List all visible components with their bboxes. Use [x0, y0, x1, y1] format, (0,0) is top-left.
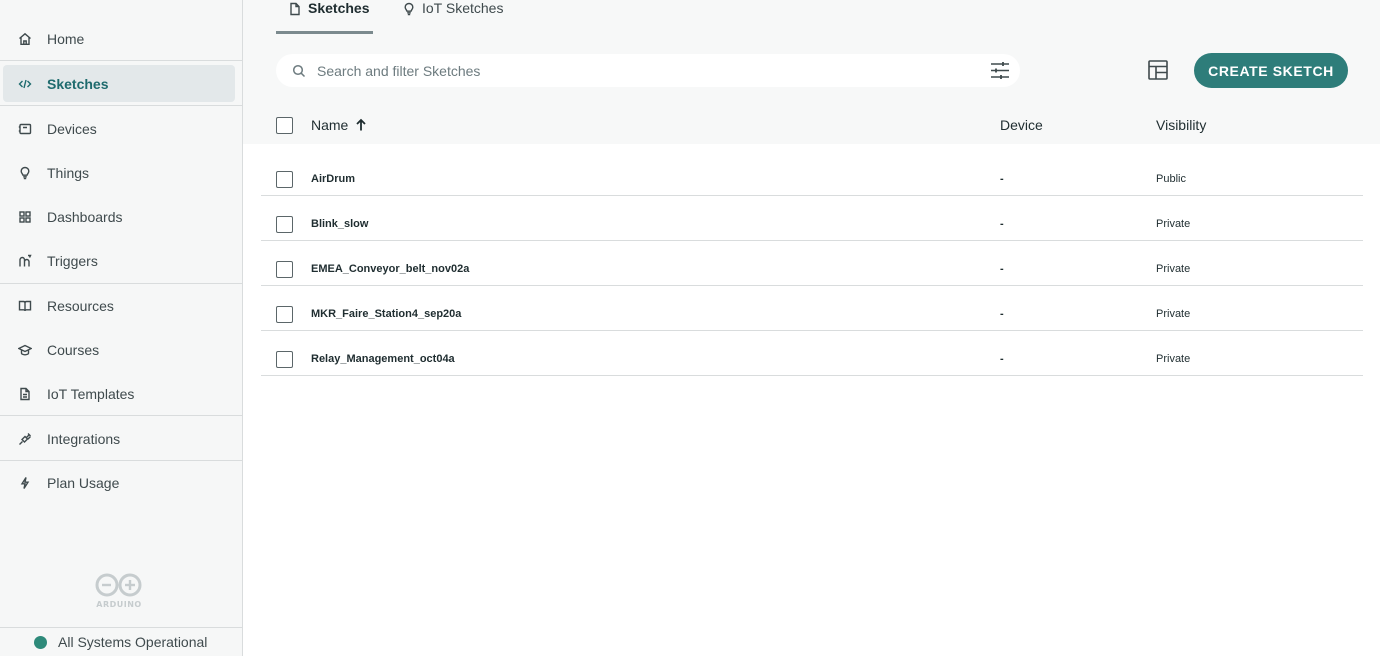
code-icon [17, 76, 33, 92]
table-row[interactable]: Relay_Management_oct04a - Private [261, 331, 1363, 376]
column-header-visibility[interactable]: Visibility [1156, 117, 1206, 133]
sketch-device: - [1000, 263, 1004, 275]
system-status[interactable]: All Systems Operational [0, 627, 242, 656]
home-icon [17, 31, 33, 47]
table-row[interactable]: AirDrum - Public [261, 151, 1363, 196]
sidebar-item-devices[interactable]: Devices [3, 110, 235, 147]
lightbulb-icon [17, 165, 33, 181]
sketch-visibility: Private [1156, 263, 1190, 275]
file-icon [288, 2, 302, 16]
plug-icon [17, 431, 33, 447]
row-checkbox[interactable] [276, 216, 293, 233]
sidebar-item-label: Triggers [47, 253, 98, 269]
status-dot [34, 636, 47, 649]
column-header-name[interactable]: Name [311, 117, 368, 133]
table-row[interactable]: MKR_Faire_Station4_sep20a - Private [261, 286, 1363, 331]
sidebar-item-plan-usage[interactable]: Plan Usage [3, 464, 235, 501]
sort-ascending-icon [354, 118, 368, 132]
sidebar-divider [0, 460, 242, 461]
row-checkbox[interactable] [276, 261, 293, 278]
sketch-device: - [1000, 308, 1004, 320]
device-icon [17, 121, 33, 137]
sidebar-divider [0, 415, 242, 416]
tab-label: IoT Sketches [422, 0, 503, 16]
column-header-device[interactable]: Device [1000, 117, 1043, 133]
filter-icon[interactable] [990, 61, 1010, 80]
app-window: Home Sketches Devices Things D [0, 0, 1380, 656]
sidebar-item-label: Devices [47, 121, 97, 137]
sidebar-item-resources[interactable]: Resources [3, 287, 235, 324]
tab-iot-sketches[interactable]: IoT Sketches [402, 0, 503, 33]
tab-sketches[interactable]: Sketches [288, 0, 369, 33]
sidebar-item-label: Home [47, 31, 84, 47]
table-row[interactable]: EMEA_Conveyor_belt_nov02a - Private [261, 241, 1363, 286]
sidebar-item-triggers[interactable]: Triggers [3, 242, 235, 279]
sidebar-item-home[interactable]: Home [3, 20, 235, 57]
table-row[interactable]: Blink_slow - Private [261, 196, 1363, 241]
sidebar: Home Sketches Devices Things D [0, 0, 243, 656]
sidebar-item-label: IoT Templates [47, 386, 134, 402]
sidebar-item-label: Integrations [47, 431, 120, 447]
sidebar-item-integrations[interactable]: Integrations [3, 420, 235, 457]
graduation-cap-icon [17, 342, 33, 358]
sidebar-divider [0, 283, 242, 284]
sketch-name[interactable]: MKR_Faire_Station4_sep20a [311, 308, 461, 320]
svg-text:ARDUINO: ARDUINO [96, 600, 141, 609]
sketch-visibility: Private [1156, 308, 1190, 320]
search-bar [276, 54, 1020, 87]
sidebar-item-dashboards[interactable]: Dashboards [3, 198, 235, 235]
sidebar-item-things[interactable]: Things [3, 154, 235, 191]
book-icon [17, 298, 33, 314]
active-tab-indicator [276, 31, 373, 34]
main-content: Sketches IoT Sketches CREATE SKETCH Name [243, 0, 1380, 656]
search-icon [292, 64, 306, 78]
sidebar-item-label: Courses [47, 342, 99, 358]
sketch-device: - [1000, 173, 1004, 185]
sketch-name[interactable]: AirDrum [311, 173, 355, 185]
create-sketch-button[interactable]: CREATE SKETCH [1194, 53, 1348, 88]
sketch-name[interactable]: Blink_slow [311, 218, 368, 230]
row-checkbox[interactable] [276, 171, 293, 188]
column-header-label: Name [311, 117, 348, 133]
trigger-icon [17, 253, 33, 269]
templates-icon [17, 386, 33, 402]
sidebar-item-label: Dashboards [47, 209, 123, 225]
arduino-logo: ARDUINO [93, 572, 145, 610]
sidebar-item-courses[interactable]: Courses [3, 331, 235, 368]
sidebar-item-sketches[interactable]: Sketches [3, 65, 235, 102]
sidebar-item-label: Plan Usage [47, 475, 119, 491]
sidebar-divider [0, 105, 242, 106]
select-all-checkbox[interactable] [276, 117, 293, 134]
sketch-visibility: Private [1156, 353, 1190, 365]
lightning-icon [17, 475, 33, 491]
sketch-device: - [1000, 218, 1004, 230]
sketch-name[interactable]: Relay_Management_oct04a [311, 353, 455, 365]
sidebar-item-label: Resources [47, 298, 114, 314]
tab-label: Sketches [308, 0, 369, 16]
sketch-name[interactable]: EMEA_Conveyor_belt_nov02a [311, 263, 469, 275]
row-checkbox[interactable] [276, 351, 293, 368]
search-input[interactable] [317, 63, 957, 79]
status-text: All Systems Operational [58, 634, 207, 650]
sidebar-item-label: Things [47, 165, 89, 181]
sidebar-item-label: Sketches [47, 76, 108, 92]
table-view-icon[interactable] [1147, 59, 1169, 81]
row-checkbox[interactable] [276, 306, 293, 323]
sketch-visibility: Public [1156, 173, 1186, 185]
sidebar-divider [0, 60, 242, 61]
dashboard-icon [17, 209, 33, 225]
sketch-device: - [1000, 353, 1004, 365]
sketch-visibility: Private [1156, 218, 1190, 230]
lightbulb-icon [402, 2, 416, 16]
sidebar-item-iot-templates[interactable]: IoT Templates [3, 375, 235, 412]
